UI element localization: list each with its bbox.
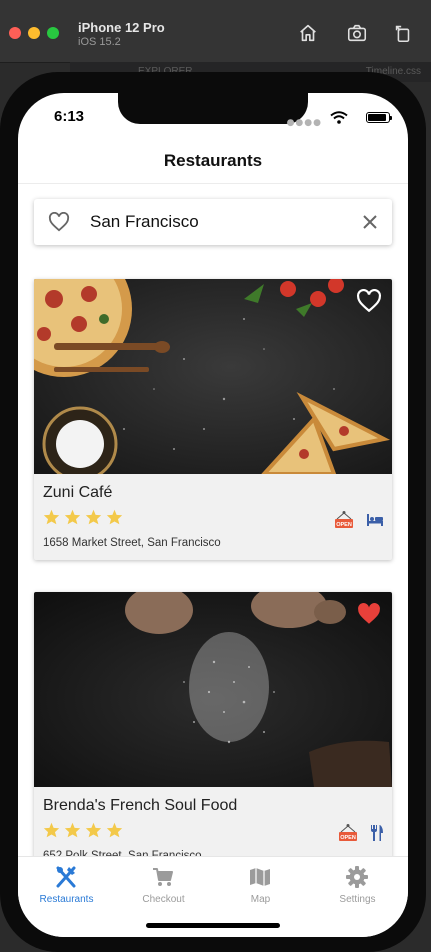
tab-label: Checkout	[142, 894, 185, 905]
restaurant-card[interactable]: Zuni Café OPEN 1658 Market Street, San F…	[34, 279, 392, 560]
star-icon	[106, 822, 123, 838]
cellular-icon: ●●●●	[286, 118, 322, 128]
battery-icon	[366, 112, 392, 123]
rotate-icon	[395, 25, 410, 43]
status-icons: ●●●●	[270, 110, 392, 128]
gear-icon	[346, 866, 368, 888]
tab-checkout[interactable]: Checkout	[115, 857, 212, 917]
star-icon	[85, 509, 102, 525]
wifi-icon	[330, 111, 348, 124]
favorite-filled-icon[interactable]	[356, 602, 382, 626]
tab-bar: Restaurants Checkout Map Settings	[18, 856, 408, 937]
star-icon	[106, 509, 123, 525]
open-sign-icon: OPEN	[339, 824, 357, 841]
window-minimize-button[interactable]	[28, 27, 40, 39]
cart-icon	[153, 868, 173, 886]
simulator-toolbar: iPhone 12 Pro iOS 15.2	[0, 0, 431, 63]
home-icon	[300, 24, 316, 42]
restaurant-name: Zuni Café	[43, 484, 113, 501]
bed-icon	[367, 514, 383, 526]
search-bar	[34, 199, 392, 245]
simulator-os-version: iOS 15.2	[78, 36, 121, 48]
home-button[interactable]	[297, 22, 319, 44]
tab-settings[interactable]: Settings	[309, 857, 406, 917]
app-screen: 6:13 ●●●● Restaurants San Francisco Zuni…	[18, 93, 408, 937]
star-icon	[64, 822, 81, 838]
search-input[interactable]	[90, 209, 340, 235]
restaurant-name: Brenda's French Soul Food	[43, 797, 238, 814]
tab-label: Settings	[339, 894, 376, 905]
restaurant-photo	[34, 592, 392, 787]
tab-map[interactable]: Map	[212, 857, 309, 917]
rating-stars	[43, 509, 123, 525]
screenshot-button[interactable]	[346, 22, 368, 44]
star-icon	[85, 822, 102, 838]
restaurant-card[interactable]: Brenda's French Soul Food OPEN	[34, 592, 392, 873]
rotate-button[interactable]	[392, 22, 414, 44]
simulator-device-name: iPhone 12 Pro	[78, 20, 165, 35]
window-close-button[interactable]	[9, 27, 21, 39]
heart-outline-icon[interactable]	[48, 212, 70, 232]
amenity-icons: OPEN	[338, 823, 384, 843]
open-sign-icon: OPEN	[335, 511, 353, 528]
star-icon	[43, 509, 60, 525]
svg-text:OPEN: OPEN	[340, 835, 356, 841]
tab-label: Restaurants	[39, 894, 94, 905]
tab-restaurants[interactable]: Restaurants	[18, 857, 115, 917]
tab-label: Map	[250, 894, 271, 905]
restaurant-photo	[34, 279, 392, 474]
restaurant-list: Zuni Café OPEN 1658 Market Street, San F…	[18, 279, 408, 937]
restaurant-address: 1658 Market Street, San Francisco	[43, 537, 221, 549]
restaurant-info: Zuni Café OPEN 1658 Market Street, San F…	[34, 474, 392, 560]
map-icon	[250, 868, 270, 886]
home-indicator[interactable]	[146, 923, 280, 928]
camera-icon	[347, 24, 367, 42]
star-icon	[43, 822, 60, 838]
fork-knife-icon	[56, 866, 76, 888]
close-icon[interactable]	[362, 214, 378, 230]
star-icon	[64, 509, 81, 525]
favorite-outline-icon[interactable]	[356, 289, 382, 313]
window-zoom-button[interactable]	[47, 27, 59, 39]
page-title: Restaurants	[163, 151, 263, 170]
rating-stars	[43, 822, 123, 838]
fork-knife-icon	[371, 825, 383, 841]
amenity-icons: OPEN	[334, 510, 384, 530]
status-time: 6:13	[54, 108, 85, 125]
nav-divider	[18, 183, 408, 184]
svg-text:OPEN: OPEN	[336, 522, 352, 528]
